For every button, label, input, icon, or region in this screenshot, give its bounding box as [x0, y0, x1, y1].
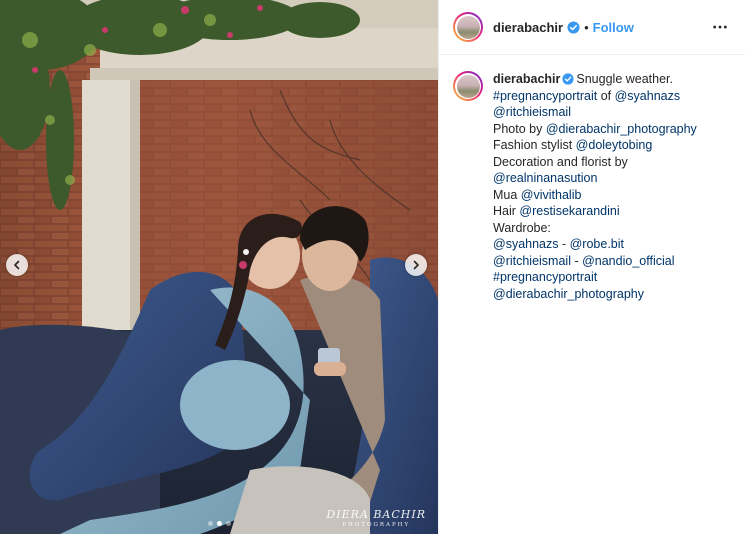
post-header: dierabachir • Follow [439, 0, 745, 55]
caption-line: Fashion stylist @doleytobing [493, 137, 731, 154]
mention-link[interactable]: @doleytobing [576, 138, 653, 152]
header-separator: • [584, 19, 589, 35]
next-slide-button[interactable] [405, 254, 427, 276]
caption-text-span: - [570, 253, 583, 268]
hashtag-link[interactable]: #pregnancyportrait [493, 270, 597, 284]
caption-line: Mua @vivithalib [493, 187, 731, 204]
mention-link[interactable]: @realninanasution [493, 171, 597, 185]
mention-link[interactable]: @ritchieismail [493, 105, 571, 119]
watermark-main: DIERA BACHIR [326, 508, 426, 521]
caption-username[interactable]: dierabachir [493, 72, 560, 86]
caption-text-span: Fashion stylist [493, 138, 576, 152]
slide-dot [207, 521, 213, 526]
mention-link[interactable]: @robe.bit [570, 237, 624, 251]
caption-text-span: Photo by [493, 121, 546, 136]
mention-link[interactable]: @syahnazs [615, 89, 681, 103]
ellipsis-icon [713, 25, 727, 29]
mention-link[interactable]: @nandio_official [582, 254, 674, 268]
caption-line: @ritchieismail [493, 104, 731, 121]
caption-text-span: - [558, 237, 570, 251]
caption-line: #pregnancyportrait of @syahnazs [493, 88, 731, 105]
caption-line: Decoration and florist by [493, 154, 731, 171]
avatar[interactable] [453, 12, 483, 42]
caption-line: Wardrobe: [493, 220, 731, 237]
chevron-left-icon [14, 260, 20, 270]
mention-link[interactable]: @syahnazs [493, 237, 559, 251]
follow-button[interactable]: Follow [593, 20, 634, 35]
post-caption: dierabachir Snuggle weather. #pregnancypor… [439, 55, 745, 302]
mention-link[interactable]: @ritchieismail [493, 254, 571, 268]
post-sidebar: dierabachir • Follow dierabachir Snuggle … [438, 0, 745, 534]
caption-text-span: Hair [493, 204, 520, 218]
caption-line: @dierabachir_photography [493, 286, 731, 303]
chevron-right-icon [413, 260, 419, 270]
caption-text-span: Mua [493, 187, 521, 202]
caption-line: @syahnazs - @robe.bit [493, 236, 731, 253]
slide-dot [225, 521, 231, 526]
verified-badge-icon [562, 73, 574, 85]
caption-line: Hair @restisekarandini [493, 203, 731, 220]
mention-link[interactable]: @dierabachir_photography [546, 122, 697, 136]
caption-line: @ritchieismail - @nandio_official [493, 253, 731, 270]
hashtag-link[interactable]: #pregnancyportrait [493, 89, 597, 103]
caption-text-span: Snuggle weather. [576, 72, 673, 86]
slide-dot [216, 521, 222, 526]
caption-avatar[interactable] [453, 71, 483, 101]
instagram-post: DIERA BACHIR PHOTOGRAPHY dierabachir • F… [0, 0, 745, 534]
caption-line: Photo by @dierabachir_photography [493, 121, 731, 138]
more-options-button[interactable] [711, 18, 729, 36]
post-photo [0, 0, 438, 534]
caption-line: dierabachir Snuggle weather. [493, 71, 731, 88]
previous-slide-button[interactable] [6, 254, 28, 276]
mention-link[interactable]: @restisekarandini [519, 204, 619, 218]
caption-text: dierabachir Snuggle weather. #pregnancypor… [493, 71, 731, 302]
mention-link[interactable]: @vivithalib [521, 188, 582, 202]
caption-text-span: Decoration and florist by [493, 154, 628, 169]
verified-badge-icon [567, 20, 580, 34]
caption-line: @realninanasution [493, 170, 731, 187]
mention-link[interactable]: @dierabachir_photography [493, 287, 644, 301]
post-media[interactable]: DIERA BACHIR PHOTOGRAPHY [0, 0, 438, 534]
header-username[interactable]: dierabachir [493, 20, 563, 35]
slide-indicator [0, 521, 438, 526]
caption-text-span: of [597, 88, 615, 103]
caption-text-span: Wardrobe: [493, 220, 551, 235]
caption-line: #pregnancyportrait [493, 269, 731, 286]
